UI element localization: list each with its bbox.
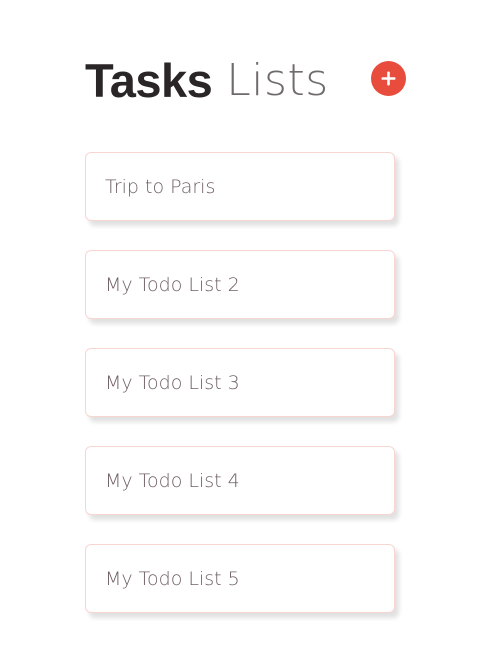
plus-icon [371,61,406,96]
page-title-bold: Tasks [85,53,213,107]
tasks-app: Tasks Lists Trip to Paris My Todo List 2… [0,0,477,648]
list-item-label: My Todo List 2 [105,273,240,296]
list-item[interactable]: Trip to Paris [85,152,395,221]
page-header: Tasks Lists [85,50,329,110]
list-item-label: My Todo List 4 [105,469,240,492]
list-item[interactable]: My Todo List 2 [85,250,395,319]
add-list-button[interactable] [371,61,406,96]
page-title-light: Lists [226,54,329,106]
list-item-label: My Todo List 5 [105,567,240,590]
list-item[interactable]: My Todo List 4 [85,446,395,515]
list-item-label: Trip to Paris [105,175,216,198]
list-item[interactable]: My Todo List 3 [85,348,395,417]
list-item-label: My Todo List 3 [105,371,240,394]
task-list-cards: Trip to Paris My Todo List 2 My Todo Lis… [85,152,395,642]
list-item[interactable]: My Todo List 5 [85,544,395,613]
